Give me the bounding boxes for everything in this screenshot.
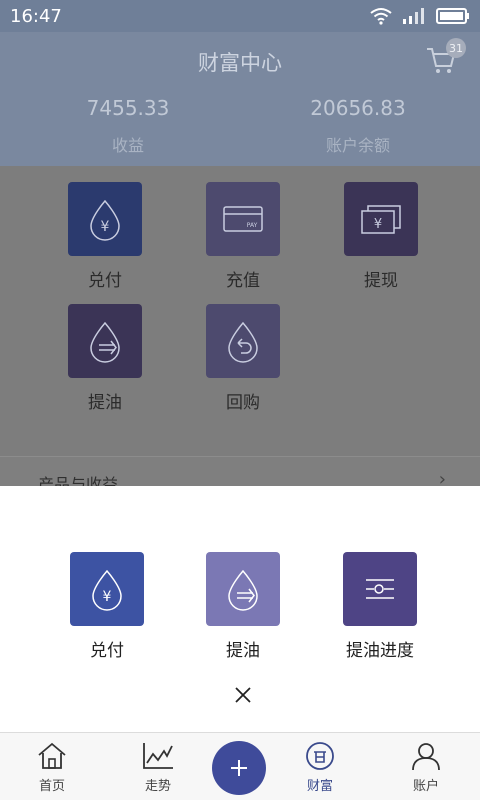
card-icon: PAY xyxy=(223,206,263,232)
status-bar: 16:47 xyxy=(0,0,480,32)
plus-icon xyxy=(231,760,247,776)
status-icons xyxy=(370,7,470,25)
grid-item-buyback[interactable]: 回购 xyxy=(173,304,313,413)
drop-return-icon xyxy=(228,321,258,363)
cash-icon: ¥ xyxy=(361,205,401,234)
drop-yen-icon: ¥ xyxy=(90,199,120,241)
sheet-item-redeem-tile: ¥ xyxy=(70,552,144,626)
svg-text:¥: ¥ xyxy=(374,217,382,232)
sheet-item-redeem[interactable]: ¥ 兑付 xyxy=(37,552,177,661)
svg-text:PAY: PAY xyxy=(247,222,258,229)
sheet-item-oil-label: 提油 xyxy=(226,641,260,661)
battery-icon xyxy=(436,8,469,24)
grid-item-recharge-label: 充值 xyxy=(226,271,260,291)
bottom-nav: 首页 走势 财富 账户 xyxy=(0,732,480,800)
balance-value: 20656.83 xyxy=(310,96,406,120)
section-row[interactable]: 产品与收益 › xyxy=(0,456,480,494)
status-time: 16:47 xyxy=(10,5,62,27)
grid-item-oil-label: 提油 xyxy=(88,393,122,413)
wifi-icon xyxy=(370,8,392,25)
sheet-item-redeem-label: 兑付 xyxy=(90,641,124,661)
header: 财富中心 31 7455.33 收益 20656.83 账户余额 xyxy=(0,32,480,166)
nav-item-wealth[interactable]: 财富 xyxy=(272,739,368,794)
cart-badge: 31 xyxy=(446,38,466,58)
nav-label-wealth: 财富 xyxy=(306,779,333,794)
balance-stat: 20656.83 账户余额 xyxy=(238,96,478,156)
add-button[interactable] xyxy=(212,741,266,795)
balance-label: 账户余额 xyxy=(325,136,390,155)
income-value: 7455.33 xyxy=(86,96,170,120)
grid-item-withdraw-label: 提现 xyxy=(364,271,398,291)
sliders-icon xyxy=(366,579,394,599)
sheet-item-oil-progress-label: 提油进度 xyxy=(346,641,414,661)
grid-item-buyback-label: 回购 xyxy=(226,393,260,413)
cart-button[interactable]: 31 xyxy=(424,38,466,76)
sheet-item-oil-progress-tile xyxy=(343,552,417,626)
nav-item-trend[interactable]: 走势 xyxy=(110,739,206,794)
chart-icon xyxy=(110,739,206,773)
income-stat: 7455.33 收益 xyxy=(8,96,248,156)
nav-item-account[interactable]: 账户 xyxy=(378,739,474,794)
close-button[interactable] xyxy=(230,682,256,708)
wealth-icon xyxy=(272,739,368,773)
close-icon xyxy=(235,687,251,703)
action-sheet: ¥ 兑付 提油 提油进度 xyxy=(0,486,480,732)
sheet-item-oil-progress[interactable]: 提油进度 xyxy=(310,552,450,661)
nav-label-trend: 走势 xyxy=(144,779,171,794)
signal-icon xyxy=(403,8,424,24)
grid-item-oil[interactable]: 提油 xyxy=(35,304,175,413)
grid-item-redeem-tile: ¥ xyxy=(68,182,142,256)
income-label: 收益 xyxy=(111,136,144,155)
drop-arrow-icon xyxy=(228,569,258,611)
svg-text:¥: ¥ xyxy=(103,589,112,605)
user-icon xyxy=(378,739,474,773)
sheet-item-oil-tile xyxy=(206,552,280,626)
nav-label-account: 账户 xyxy=(412,779,439,794)
action-grid: ¥ 兑付 PAY 充值 ¥ 提现 提油 回购 产品与收益 › xyxy=(0,166,480,494)
grid-item-redeem[interactable]: ¥ 兑付 xyxy=(35,182,175,291)
nav-label-home: 首页 xyxy=(38,779,65,794)
drop-yen-icon: ¥ xyxy=(92,569,122,611)
drop-arrow-icon xyxy=(90,321,120,363)
page-title: 财富中心 xyxy=(198,51,282,75)
grid-item-recharge-tile: PAY xyxy=(206,182,280,256)
grid-item-buyback-tile xyxy=(206,304,280,378)
nav-item-home[interactable]: 首页 xyxy=(4,739,100,794)
home-icon xyxy=(4,739,100,773)
grid-item-recharge[interactable]: PAY 充值 xyxy=(173,182,313,291)
svg-text:¥: ¥ xyxy=(101,219,110,235)
grid-item-oil-tile xyxy=(68,304,142,378)
grid-item-withdraw-tile: ¥ xyxy=(344,182,418,256)
grid-item-withdraw[interactable]: ¥ 提现 xyxy=(311,182,451,291)
grid-item-redeem-label: 兑付 xyxy=(88,271,122,291)
sheet-item-oil[interactable]: 提油 xyxy=(173,552,313,661)
